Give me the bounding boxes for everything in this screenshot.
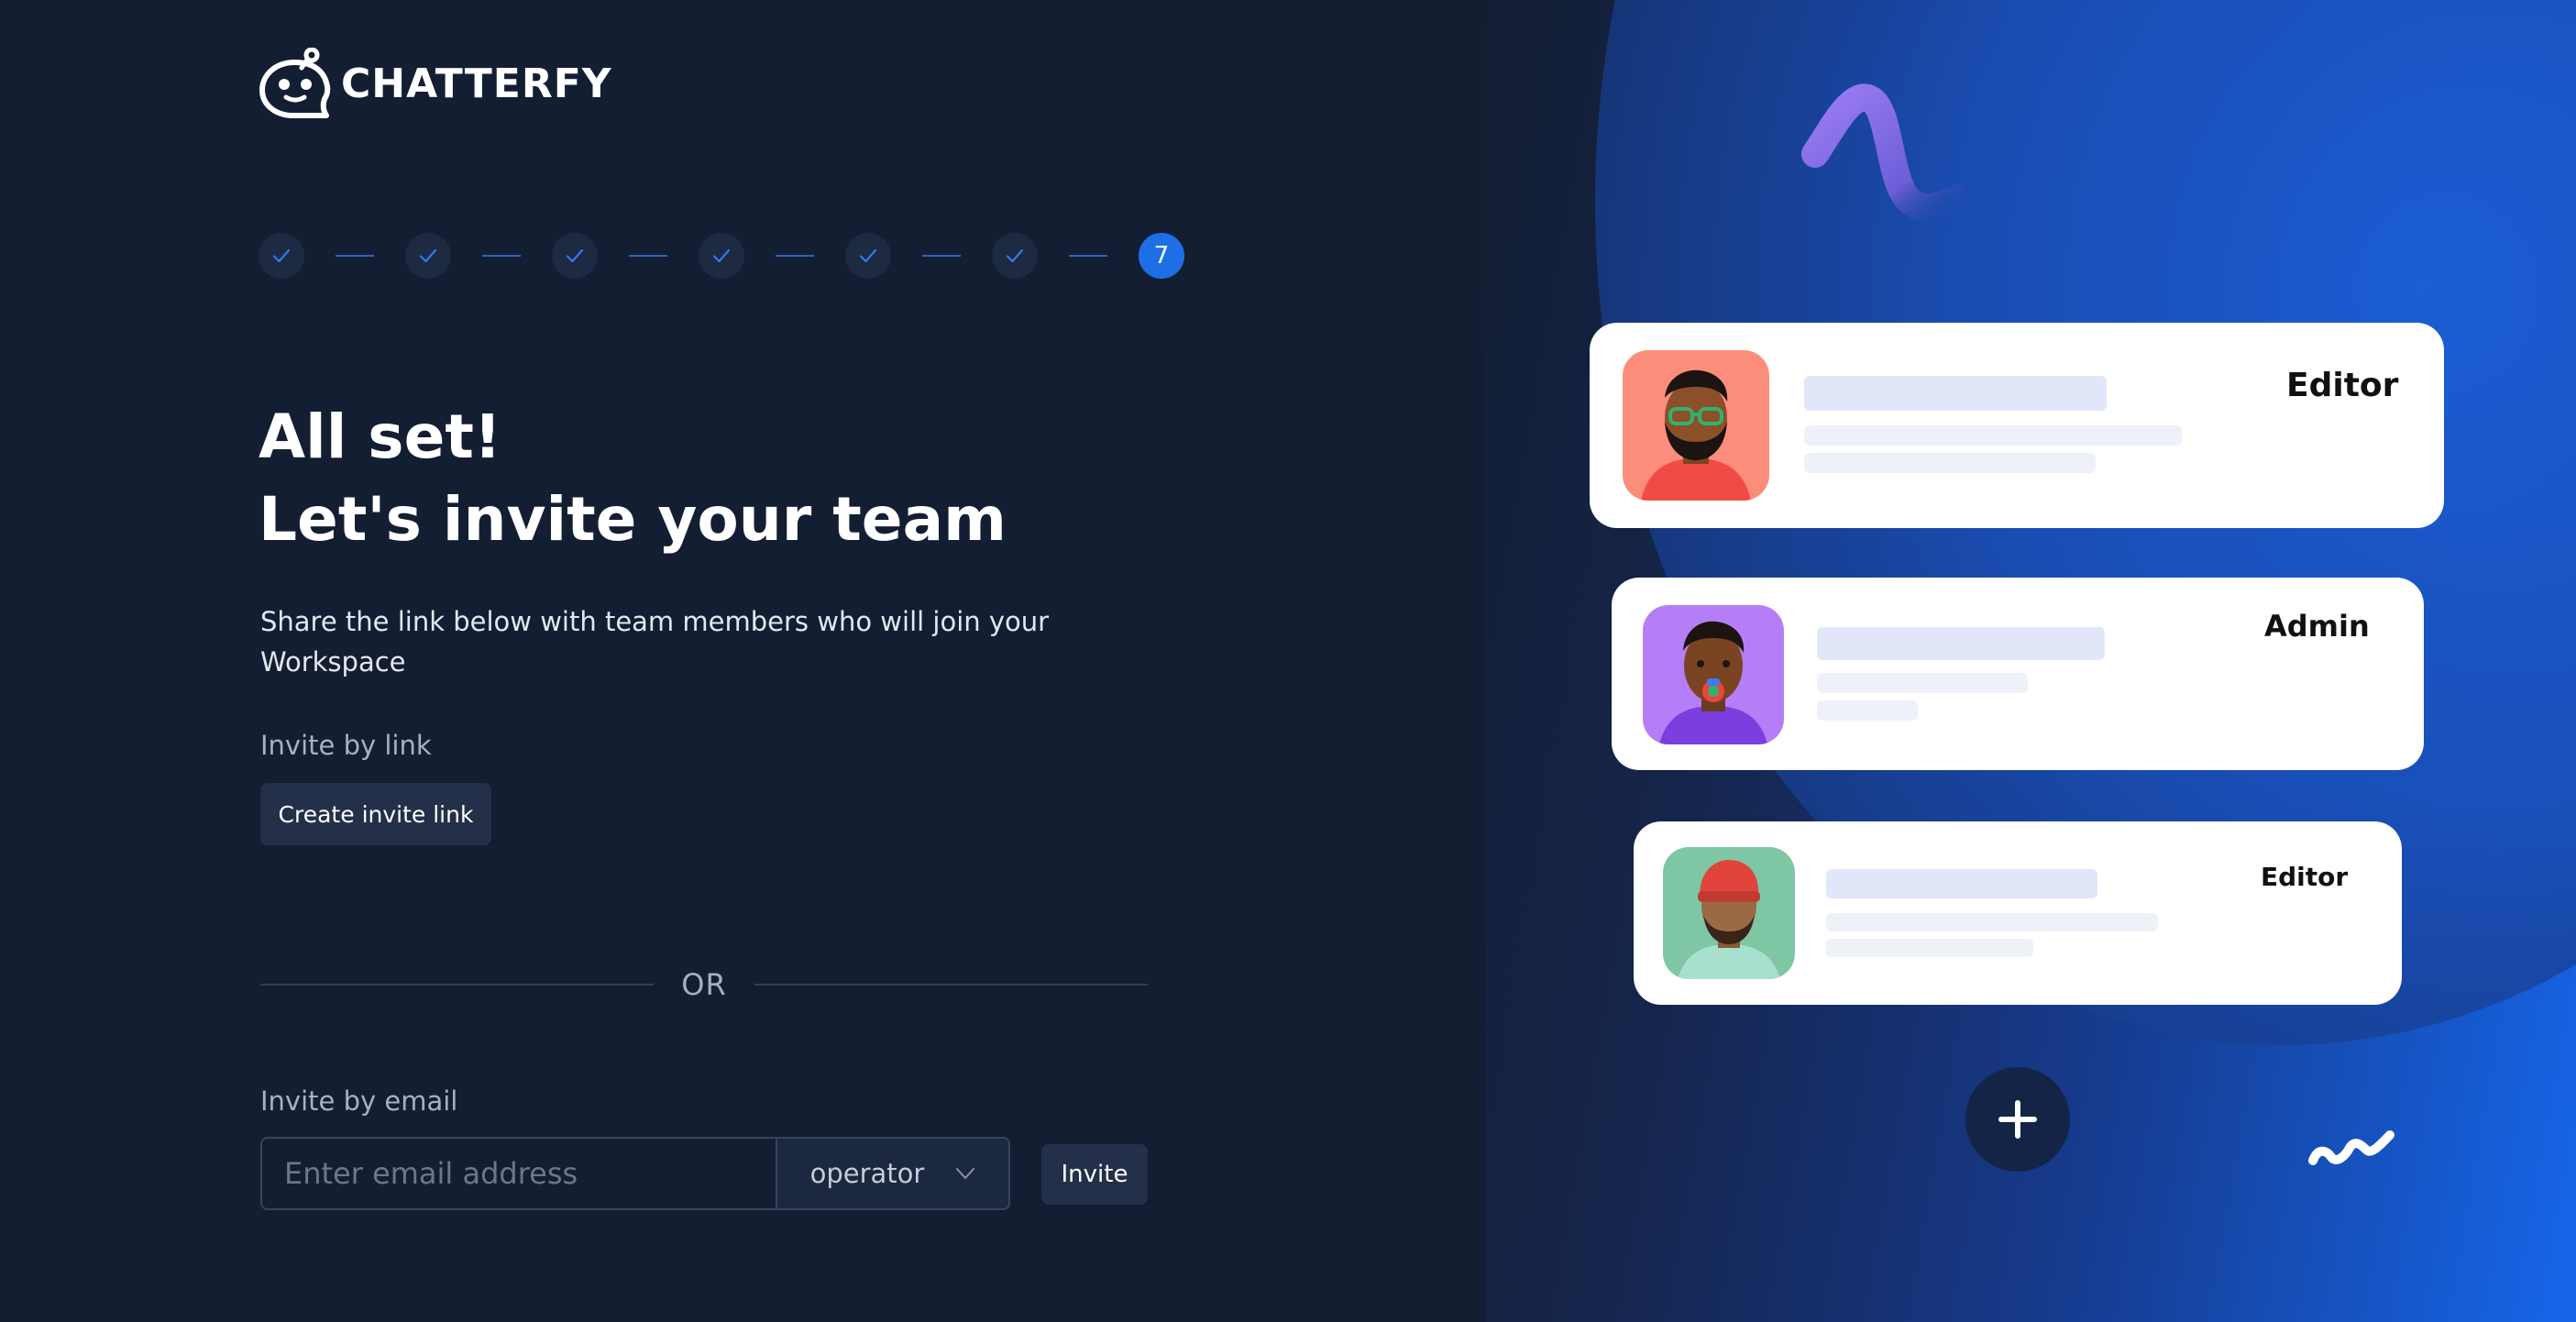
step-6-complete [992,233,1038,279]
man-with-pacifier-avatar-icon [1659,621,1767,744]
divider-line [754,984,1149,986]
add-member-button [1965,1067,2070,1172]
onboarding-stepper: 7 [259,233,1184,279]
detail-placeholder-bar [1804,425,2182,446]
check-icon [712,248,731,263]
invite-email-group: operator [260,1137,1010,1210]
invite-button[interactable]: Invite [1041,1144,1148,1205]
detail-placeholder-bar [1817,700,1918,721]
invite-by-link-label: Invite by link [260,730,432,761]
step-5-complete [845,233,891,279]
member-role-label: Editor [2286,367,2399,404]
bearded-man-glasses-avatar-icon [1641,369,1751,501]
step-2-complete [405,233,451,279]
member-card: Admin [1612,578,2424,770]
member-avatar [1643,605,1784,744]
email-input[interactable] [262,1139,776,1208]
member-role-label: Editor [2261,862,2349,892]
divider-line [260,984,655,986]
member-card: Editor [1590,323,2444,528]
name-placeholder-bar [1826,869,2097,898]
or-divider: OR [260,964,1149,1005]
app-name: CHATTERFY [341,60,612,107]
step-connector [922,255,961,257]
member-card: Editor [1634,821,2402,1005]
member-role-label: Admin [2264,609,2370,644]
detail-placeholder-bar [1826,913,2158,931]
step-1-complete [259,233,304,279]
role-dropdown-value: operator [809,1158,925,1189]
or-label: OR [681,967,727,1002]
step-connector [629,255,667,257]
step-connector [776,255,814,257]
man-red-beanie-avatar-icon [1678,860,1780,979]
logo: CHATTERFY [259,48,612,119]
page-subtitle: Share the link below with team members w… [260,606,1050,678]
step-connector [1069,255,1107,257]
check-icon [566,248,584,263]
step-4-complete [699,233,744,279]
check-icon [419,248,437,263]
detail-placeholder-bar [1826,939,2033,957]
invite-by-email-label: Invite by email [260,1085,458,1117]
plus-icon [1998,1100,2037,1139]
step-current: 7 [1139,233,1184,279]
name-placeholder-bar [1804,376,2107,411]
check-icon [859,248,877,263]
step-connector [482,255,521,257]
check-icon [272,248,291,263]
check-icon [1006,248,1024,263]
white-squiggle-icon [2308,1130,2394,1165]
page-title-line-1: All set! [259,402,501,472]
detail-placeholder-bar [1804,453,2096,473]
step-3-complete [552,233,598,279]
member-avatar [1623,350,1769,501]
member-avatar [1663,847,1795,979]
page-title: All set! Let's invite your team [259,396,1007,561]
create-invite-link-button[interactable]: Create invite link [260,783,491,845]
detail-placeholder-bar [1817,673,2028,693]
chatterfy-bot-icon [259,48,331,118]
chevron-down-icon [956,1168,975,1179]
step-connector [336,255,374,257]
purple-squiggle-icon [1801,83,1971,221]
name-placeholder-bar [1817,627,2105,660]
role-dropdown[interactable]: operator [776,1139,1008,1208]
page-title-line-2: Let's invite your team [259,484,1007,555]
